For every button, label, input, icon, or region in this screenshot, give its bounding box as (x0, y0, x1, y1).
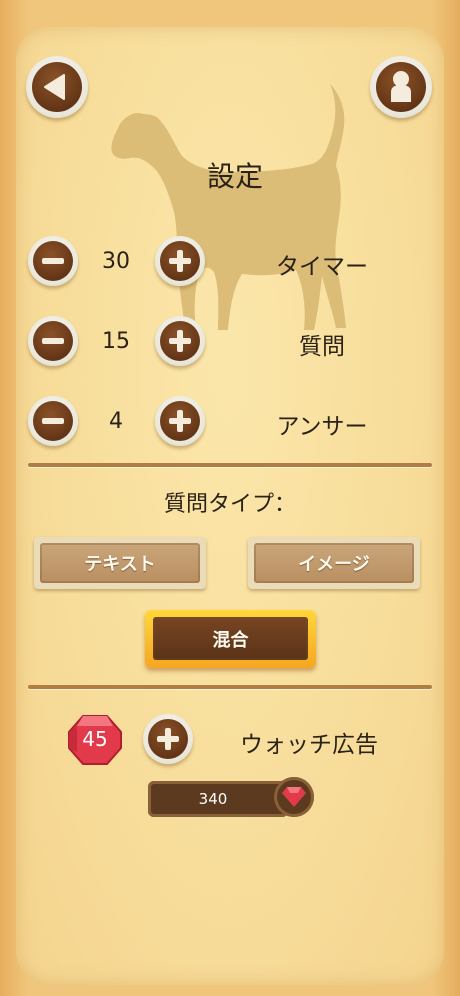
answers-decrease-button[interactable] (28, 396, 78, 446)
mixed-type-button[interactable]: 混合 (145, 610, 316, 668)
section-divider (28, 685, 432, 689)
profile-button[interactable] (370, 56, 432, 118)
timer-decrease-button[interactable] (28, 236, 78, 286)
answers-value: 4 (109, 409, 123, 434)
questions-decrease-button[interactable] (28, 316, 78, 366)
image-type-label: イメージ (298, 554, 370, 575)
timer-increase-button[interactable] (155, 236, 205, 286)
gem-reward-bar: 340 (148, 781, 288, 817)
watch-ad-label: ウォッチ広告 (240, 732, 378, 758)
back-button[interactable] (26, 56, 88, 118)
ruby-gem-icon (282, 787, 306, 807)
plus-icon (169, 410, 191, 432)
dog-silhouette-image (111, 84, 346, 330)
minus-icon (42, 338, 64, 344)
answers-label: アンサー (276, 414, 368, 440)
plus-icon (169, 330, 191, 352)
image-type-button[interactable]: イメージ (248, 537, 420, 589)
timer-value: 30 (102, 249, 130, 274)
minus-icon (42, 258, 64, 264)
timer-label: タイマー (276, 254, 368, 280)
gem-reward-amount: 340 (198, 790, 228, 808)
text-type-button[interactable]: テキスト (34, 537, 206, 589)
questions-label: 質問 (299, 334, 345, 360)
plus-icon (169, 250, 191, 272)
answers-increase-button[interactable] (155, 396, 205, 446)
plus-icon (157, 728, 179, 750)
questions-value: 15 (102, 329, 130, 354)
mixed-type-label: 混合 (212, 630, 249, 651)
text-type-label: テキスト (84, 554, 156, 575)
app-frame: 設定 30 タイマー 15 質問 4 アンサー 質問タイプ： テキスト イメージ (0, 0, 460, 996)
minus-icon (42, 418, 64, 424)
reward-gem-circle (274, 777, 314, 817)
watch-ad-plus-button[interactable] (143, 714, 193, 764)
profile-icon (391, 71, 411, 102)
gem-count: 45 (82, 727, 108, 751)
question-type-heading: 質問タイプ： (163, 492, 296, 517)
page-title: 設定 (206, 160, 263, 193)
section-divider (28, 463, 432, 467)
back-arrow-icon (44, 74, 65, 100)
questions-increase-button[interactable] (155, 316, 205, 366)
